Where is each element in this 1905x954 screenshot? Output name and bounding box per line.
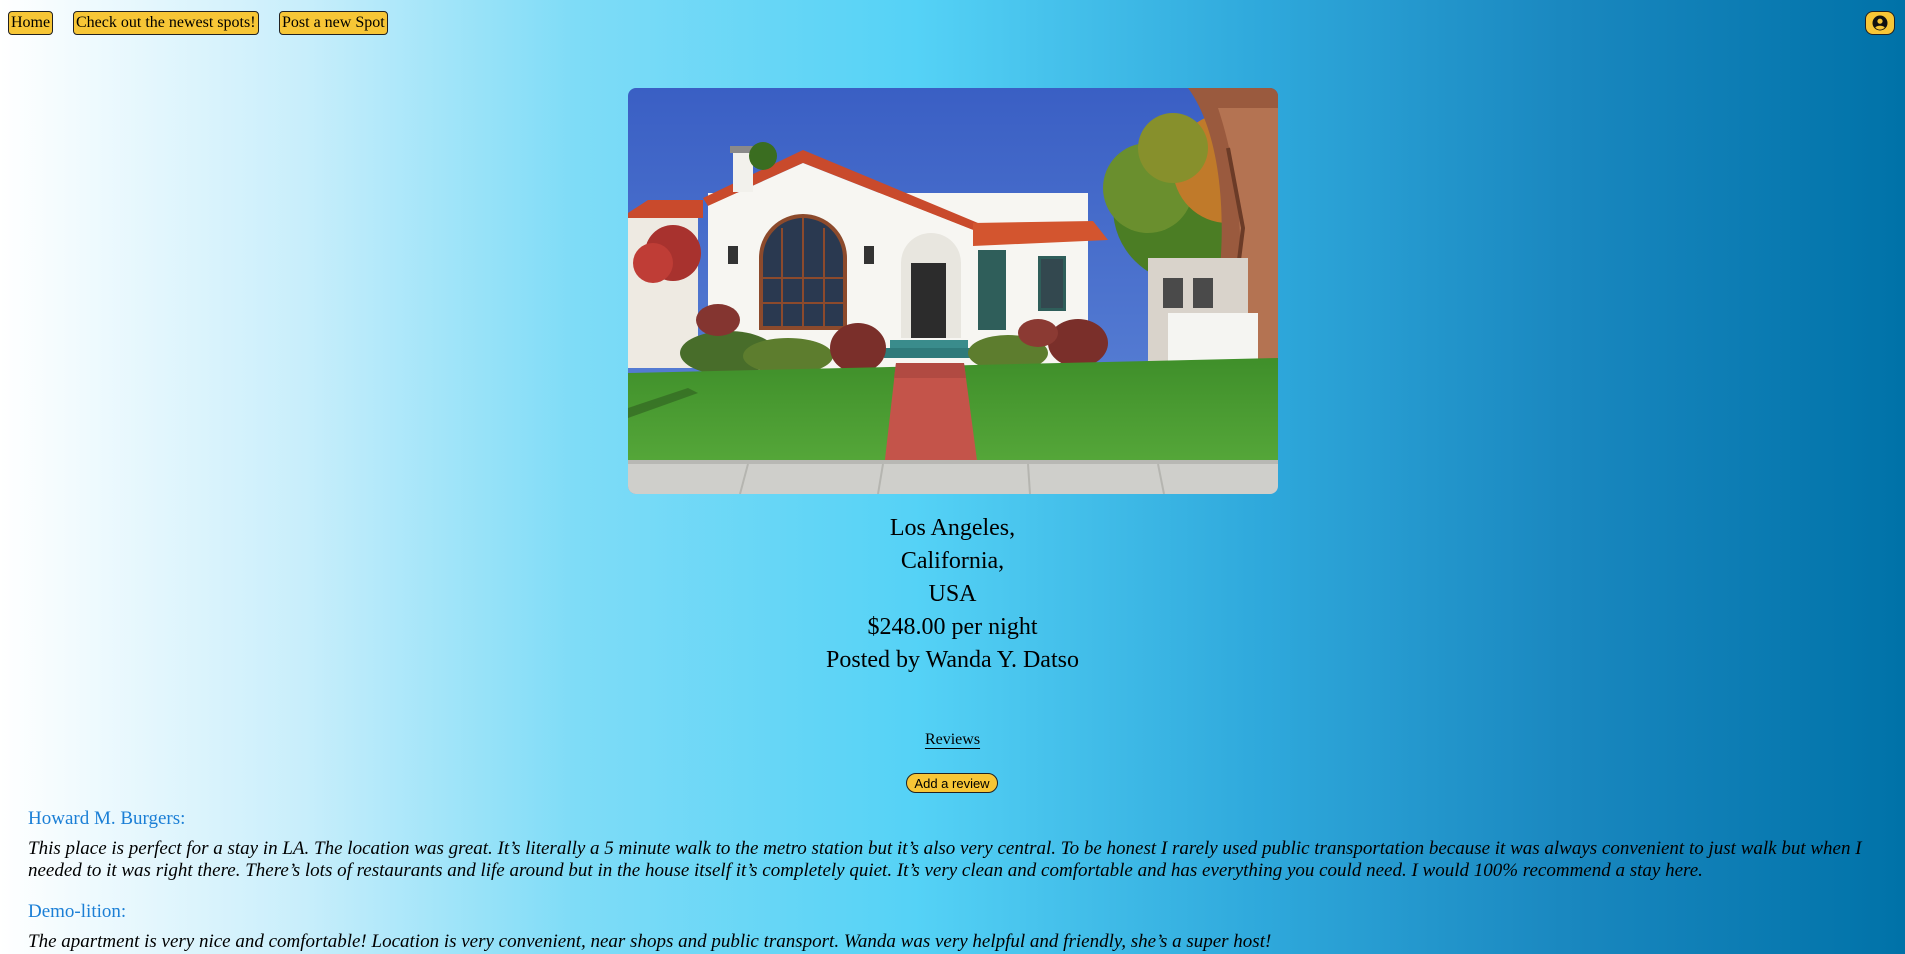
- spot-city: Los Angeles,: [889, 515, 1016, 541]
- spot-host: Posted by Wanda Y. Datso: [826, 647, 1079, 673]
- review-item: Howard M. Burgers: This place is perfect…: [28, 808, 1888, 882]
- review-text: This place is perfect for a stay in LA. …: [28, 838, 1862, 881]
- spot-image: [628, 88, 1278, 494]
- spot-country: USA: [928, 581, 977, 607]
- reviews-heading-label: Reviews: [924, 731, 981, 748]
- review-author: Demo-lition:: [28, 901, 127, 922]
- home-button[interactable]: Home: [8, 11, 54, 35]
- newest-spots-button[interactable]: Check out the newest spots!: [73, 11, 259, 35]
- review-text: The apartment is very nice and comfortab…: [28, 931, 1272, 952]
- user-circle-icon: [1872, 15, 1888, 31]
- spot-state: California,: [900, 548, 1005, 574]
- add-review-button[interactable]: Add a review: [906, 773, 998, 793]
- review-item: Demo-lition: The apartment is very nice …: [28, 901, 1888, 953]
- spot-price: $248.00 per night: [867, 614, 1038, 640]
- spot-info: Los Angeles, California, USA $248.00 per…: [0, 512, 1905, 677]
- reviews-heading: Reviews: [0, 731, 1905, 749]
- profile-button[interactable]: [1865, 11, 1895, 35]
- post-spot-button[interactable]: Post a new Spot: [279, 11, 388, 35]
- review-author: Howard M. Burgers:: [28, 808, 186, 829]
